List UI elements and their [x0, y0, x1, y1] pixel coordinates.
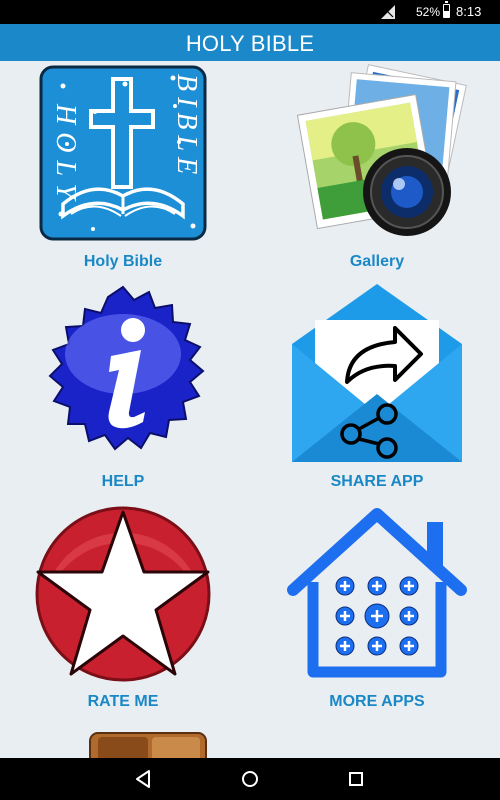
menu-item-gallery[interactable]: Gallery: [287, 64, 467, 274]
page-title: HOLY BIBLE: [185, 31, 315, 56]
status-bar: 52% 8:13 pm: [0, 0, 500, 34]
menu-item-rate-me[interactable]: RATE ME: [33, 504, 213, 714]
battery-icon: [443, 1, 450, 18]
battery-level: [444, 10, 449, 17]
app-screen: 52% 8:13 pm HOLY BIBLE HOLY: [0, 0, 500, 800]
home-icon[interactable]: [237, 766, 263, 792]
menu-item-holy-bible[interactable]: HOLY BIBLE Holy Bible: [33, 64, 213, 274]
back-icon[interactable]: [131, 766, 157, 792]
title-bar: HOLY BIBLE: [0, 24, 500, 61]
menu-item-label: RATE ME: [87, 693, 159, 710]
gallery-icon: [296, 64, 467, 236]
menu-item-more-apps[interactable]: MORE APPS: [287, 504, 467, 714]
menu-item-share-app[interactable]: SHARE APP: [287, 284, 467, 494]
menu-item-label: SHARE APP: [330, 473, 424, 490]
more-apps-icon: [287, 508, 467, 678]
signal-icon: [381, 5, 395, 19]
help-icon: [48, 285, 205, 451]
menu-item-label: Holy Bible: [83, 253, 163, 270]
rate-me-icon: [35, 506, 211, 682]
share-app-icon: [292, 284, 462, 462]
menu-item-label: MORE APPS: [329, 693, 425, 710]
menu-item-help[interactable]: HELP: [33, 284, 213, 494]
navigation-bar: [0, 758, 500, 800]
recents-icon[interactable]: [343, 766, 369, 792]
menu-item-label: Gallery: [349, 253, 405, 270]
holy-bible-icon: HOLY BIBLE: [39, 65, 207, 241]
bible-icon-text-right: BIBLE: [171, 74, 202, 180]
bible-icon-text-left: HOLY: [50, 103, 81, 207]
menu-item-label: HELP: [101, 473, 145, 490]
battery-percent: 52%: [416, 5, 441, 19]
